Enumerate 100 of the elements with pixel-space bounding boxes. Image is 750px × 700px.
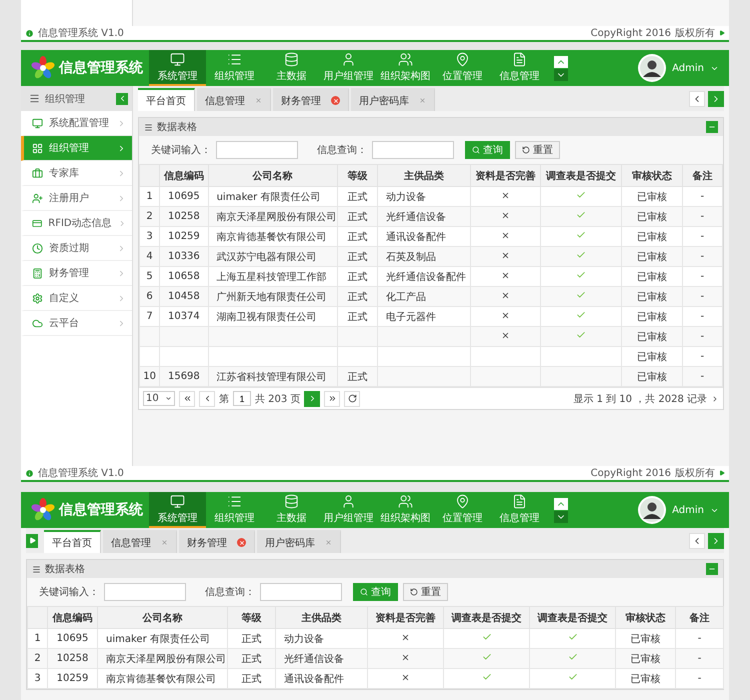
close-icon[interactable] [255, 97, 262, 104]
document-icon [512, 494, 527, 508]
copyright-text: CopyRight 2016 [590, 468, 671, 478]
table-cell: - [700, 311, 704, 322]
column-header: 审核状态 [622, 164, 682, 186]
table-cell: 正式 [242, 654, 262, 664]
refresh-button[interactable] [344, 390, 360, 406]
table-cell: 10258 [168, 211, 200, 222]
next-tab-button[interactable] [708, 90, 724, 106]
page-input[interactable]: 1 [233, 391, 251, 406]
chevron-right-icon [117, 318, 126, 328]
field-label: 信息查询： [317, 144, 367, 157]
next-tab-button[interactable] [708, 532, 724, 548]
table-cell: 通讯设备配件 [284, 674, 344, 684]
tab[interactable]: 财务管理 [179, 530, 255, 553]
input-field[interactable] [104, 583, 186, 601]
page-size-select[interactable]: 10 [143, 391, 175, 406]
table-cell: 5 [146, 271, 153, 282]
table-cell: 正式 [242, 674, 262, 684]
rights-text: 版权所有 [675, 26, 715, 40]
tab[interactable]: 信息管理 [197, 88, 271, 111]
table-cell: 10258 [56, 653, 88, 664]
table-cell: - [698, 653, 702, 664]
chevron-right-icon [117, 194, 126, 202]
table-cell: 光纤通信设备 [386, 212, 446, 222]
reset-icon [522, 146, 530, 154]
scroll-down-button[interactable] [554, 68, 568, 80]
reset-button[interactable]: 重置 [403, 583, 448, 601]
scroll-up-button[interactable] [554, 498, 568, 510]
nav-item[interactable]: 系统管理 [149, 492, 206, 528]
nav-item[interactable]: 系统管理 [149, 50, 206, 86]
table-cell: - [700, 351, 704, 362]
monitor-icon [170, 494, 185, 508]
page-count: 共 203 页 [255, 392, 300, 406]
sidebar-toggle-button[interactable] [26, 534, 38, 548]
column-header: 审核状态 [616, 606, 676, 628]
rights-text: 版权所有 [675, 466, 715, 480]
input-field[interactable] [372, 141, 454, 159]
tab[interactable]: 平台首页 [44, 530, 101, 553]
table-cell: 2 [146, 211, 153, 222]
table-cell: 10695 [56, 633, 88, 644]
column-header: 备注 [676, 606, 724, 628]
input-field[interactable] [260, 583, 342, 601]
collapse-button[interactable] [116, 92, 128, 104]
close-icon[interactable] [161, 539, 168, 546]
panel-title: 数据表格 [45, 562, 86, 576]
scroll-down-button[interactable] [554, 510, 568, 522]
tab[interactable]: 用户密码库 [257, 530, 341, 553]
scroll-up-button[interactable] [554, 56, 568, 68]
table-cell: 动力设备 [284, 634, 324, 644]
table-cell: 已审核 [630, 654, 660, 664]
previous-tab-button[interactable] [689, 90, 705, 106]
column-header: 公司名称 [208, 164, 338, 186]
tab-label: 平台首页 [52, 536, 92, 550]
first-page-button[interactable] [179, 390, 195, 406]
table-cell: 上海五星科技管理工作部 [216, 272, 327, 282]
table-cell: 石英及制品 [386, 252, 436, 262]
column-header: 主供品类 [378, 164, 470, 186]
tab-label: 信息管理 [111, 536, 151, 550]
tab[interactable]: 信息管理 [103, 530, 177, 553]
input-field[interactable] [216, 141, 298, 159]
tab-label: 财务管理 [187, 536, 227, 550]
app-title: 信息管理系统 [59, 59, 143, 77]
refresh-icon [348, 394, 357, 403]
tab[interactable]: 财务管理 [273, 88, 349, 111]
caret-icon [719, 470, 725, 476]
table-cell: 已审核 [636, 192, 667, 202]
close-icon[interactable] [419, 97, 426, 104]
table-cell: uimaker 有限责任公司 [106, 634, 210, 644]
column-header: 主供品类 [276, 606, 368, 628]
database-icon [284, 494, 299, 508]
table-cell: 光纤通信设备 [284, 654, 344, 664]
collapse-button[interactable] [706, 121, 718, 133]
close-icon[interactable] [325, 539, 332, 546]
table-cell: - [698, 673, 702, 684]
last-page-icon [328, 394, 337, 403]
table-cell: 武汉苏宁电器有限公司 [216, 252, 317, 262]
table-cell: 已审核 [636, 212, 667, 222]
panel-title: 数据表格 [157, 120, 198, 134]
reset-icon [410, 588, 418, 596]
tab[interactable]: 用户密码库 [351, 88, 435, 111]
table-cell: 电子元器件 [386, 312, 436, 322]
last-page-button[interactable] [324, 390, 340, 406]
table-cell: 10336 [168, 251, 200, 262]
footer-title: 信息管理系统 V1.0 [38, 26, 124, 40]
close-icon[interactable] [237, 538, 246, 547]
reset-button[interactable]: 重置 [515, 141, 560, 159]
previous-tab-button[interactable] [689, 532, 705, 548]
user-plus-icon [32, 192, 43, 204]
user-icon [341, 52, 356, 66]
table-cell: 已审核 [636, 232, 667, 242]
tab[interactable]: 平台首页 [138, 88, 195, 111]
collapse-button[interactable] [706, 563, 718, 575]
users-icon [398, 52, 413, 66]
search-icon [472, 146, 480, 154]
table-cell: - [700, 291, 704, 302]
table-cell: 15698 [168, 371, 200, 382]
table-cell: 正式 [347, 272, 368, 282]
caret-icon [719, 30, 725, 36]
close-icon[interactable] [331, 96, 340, 105]
